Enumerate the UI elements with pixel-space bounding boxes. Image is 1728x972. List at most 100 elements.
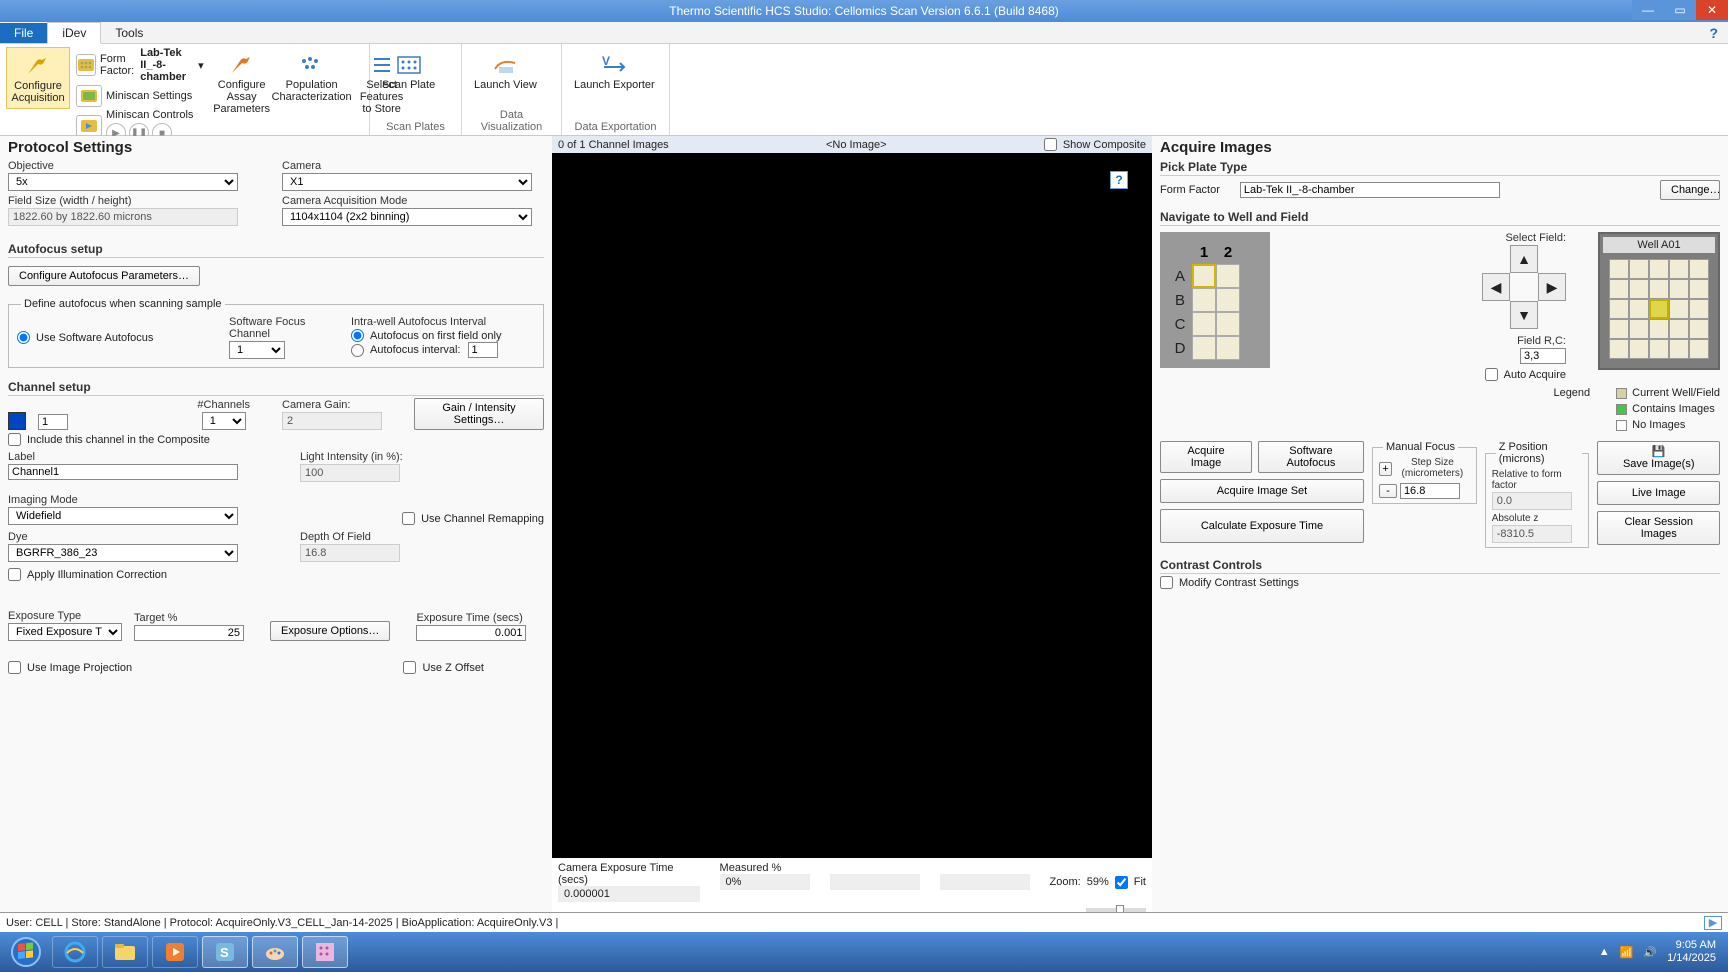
nav-up-icon[interactable]: ▲ [1510,245,1538,273]
image-canvas[interactable]: ? [552,153,1152,858]
well-C2[interactable] [1216,312,1240,336]
taskbar-hcs-icon[interactable] [302,936,348,968]
taskbar-ie-icon[interactable] [52,936,98,968]
help-icon[interactable]: ? [1709,25,1718,41]
scan-plate-button[interactable]: Scan Plate [376,47,441,95]
well-D1[interactable] [1192,336,1216,360]
objective-select[interactable]: 5x [8,173,238,191]
camera-select[interactable]: X1 [282,173,532,191]
use-image-projection-checkbox[interactable]: Use Image Projection [8,661,132,674]
software-autofocus-button[interactable]: Software Autofocus [1258,441,1364,473]
channel-images-label: 0 of 1 Channel Images [558,139,669,151]
step-size-input[interactable] [1400,483,1460,499]
autofocus-interval-input[interactable] [468,342,498,358]
use-channel-remapping-checkbox[interactable]: Use Channel Remapping [402,512,544,525]
tab-tools[interactable]: Tools [101,23,157,43]
acquire-image-button[interactable]: Acquire Image [1160,441,1252,473]
field-grid[interactable] [1603,253,1715,365]
miniscan-settings-label[interactable]: Miniscan Settings [106,90,192,102]
well-D2[interactable] [1216,336,1240,360]
acquire-image-set-button[interactable]: Acquire Image Set [1160,479,1364,503]
autofocus-interval-radio[interactable]: Autofocus interval: [351,342,535,358]
well-B1[interactable] [1192,288,1216,312]
channel-color-swatch[interactable] [8,412,26,430]
num-channels-select[interactable]: 1 [202,412,246,430]
miniscan-settings-icon[interactable] [76,85,102,107]
calc-exposure-button[interactable]: Calculate Exposure Time [1160,509,1364,543]
field-rc-input[interactable] [1520,348,1566,364]
channel-setup-header: Channel setup [8,380,544,396]
well-C1[interactable] [1192,312,1216,336]
use-software-autofocus-radio[interactable]: Use Software Autofocus [17,331,217,344]
taskbar-clock[interactable]: 9:05 AM 1/14/2025 [1667,939,1716,965]
miniscan-controls-icon[interactable] [76,115,102,137]
wrench-orange-icon [225,51,259,79]
nav-down-icon[interactable]: ▼ [1510,301,1538,329]
field-3-3[interactable] [1649,299,1669,319]
tab-idev[interactable]: iDev [47,22,101,44]
modify-contrast-checkbox[interactable]: Modify Contrast Settings [1160,576,1299,589]
taskbar-media-icon[interactable] [152,936,198,968]
exposure-options-button[interactable]: Exposure Options… [270,621,390,641]
image-help-icon[interactable]: ? [1110,171,1128,189]
tray-up-icon[interactable]: ▲ [1599,946,1610,958]
well-A2[interactable] [1216,264,1240,288]
plate-settings-icon[interactable] [76,54,96,76]
clear-session-button[interactable]: Clear Session Images [1597,511,1720,545]
live-image-button[interactable]: Live Image [1597,481,1720,505]
channel-label-input[interactable] [8,464,238,480]
taskbar-app1-icon[interactable]: S [202,936,248,968]
launch-view-button[interactable]: Launch View [468,47,543,95]
apply-illumination-checkbox[interactable]: Apply Illumination Correction [8,568,167,581]
imaging-mode-select[interactable]: Widefield [8,507,238,525]
well-label: Well A01 [1603,237,1715,253]
change-plate-button[interactable]: Change… [1660,180,1720,200]
gain-intensity-button[interactable]: Gain / Intensity Settings… [414,398,544,430]
include-composite-checkbox[interactable]: Include this channel in the Composite [8,433,210,446]
chevron-down-icon[interactable]: ▾ [198,59,204,72]
exposure-time-input[interactable] [416,625,526,641]
miniscan-controls-label: Miniscan Controls [106,109,193,121]
cam-exp-value: 0.000001 [558,886,700,902]
window-minimize[interactable]: — [1632,0,1664,20]
configure-autofocus-button[interactable]: Configure Autofocus Parameters… [8,266,200,286]
current-channel-input[interactable] [38,414,68,430]
start-button[interactable] [4,934,48,970]
well-A1[interactable] [1192,264,1216,288]
auto-acquire-checkbox[interactable]: Auto Acquire [1485,368,1566,381]
population-button[interactable]: Population Characterization [280,47,344,107]
nav-right-icon[interactable]: ▶ [1538,273,1566,301]
taskbar-explorer-icon[interactable] [102,936,148,968]
well-B2[interactable] [1216,288,1240,312]
data-export-group-label: Data Exportation [568,119,663,135]
configure-assay-button[interactable]: Configure Assay Parameters [210,47,274,119]
plate-grid[interactable]: 12 A B C D [1160,232,1270,368]
autofocus-first-field-radio[interactable]: Autofocus on first field only [351,329,535,342]
tray-sound-icon[interactable]: 🔊 [1643,946,1657,959]
launch-exporter-button[interactable]: VLaunch Exporter [568,47,661,95]
tab-file[interactable]: File [0,23,47,43]
focus-down-button[interactable]: - [1379,484,1397,498]
target-pct-input[interactable] [134,625,244,641]
statusbar-text: User: CELL | Store: StandAlone | Protoco… [6,917,558,929]
window-close[interactable]: ✕ [1696,0,1728,20]
fit-checkbox[interactable]: Fit [1115,876,1146,889]
window-maximize[interactable]: ▭ [1664,0,1696,20]
manual-focus-fieldset: Manual Focus +Step Size (micrometers) - [1372,441,1477,504]
show-composite-checkbox[interactable]: Show Composite [1044,138,1146,151]
scan-plate-icon [392,51,426,79]
tray-network-icon[interactable]: 📶 [1620,946,1634,959]
form-factor-value[interactable]: Lab-Tek II_-8-chamber [140,47,192,83]
configure-acquisition-button[interactable]: Configure Acquisition [6,47,70,109]
acq-form-factor-input[interactable] [1240,182,1500,198]
taskbar-paint-icon[interactable] [252,936,298,968]
statusbar-arrow-icon[interactable]: ▶ [1704,916,1722,930]
sfc-select[interactable]: 1 [229,341,285,359]
save-images-button[interactable]: 💾Save Image(s) [1597,441,1720,475]
exposure-type-select[interactable]: Fixed Exposure Time [8,623,122,641]
focus-up-button[interactable]: + [1379,462,1392,476]
use-z-offset-checkbox[interactable]: Use Z Offset [403,661,484,674]
nav-left-icon[interactable]: ◀ [1482,273,1510,301]
dye-select[interactable]: BGRFR_386_23 [8,544,238,562]
cam-acq-mode-select[interactable]: 1104x1104 (2x2 binning) [282,208,532,226]
